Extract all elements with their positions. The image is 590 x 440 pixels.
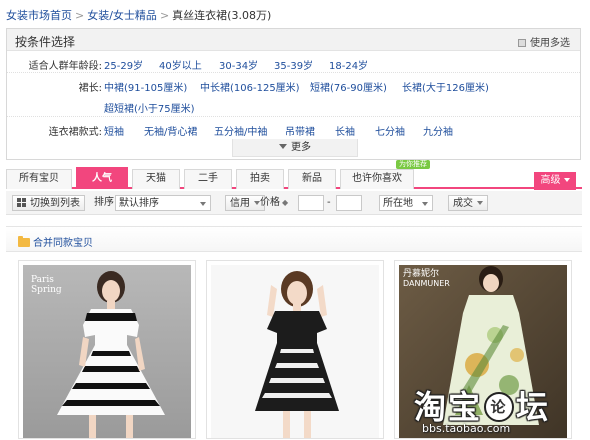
filter-option[interactable]: 短裙(76-90厘米) <box>310 79 387 94</box>
price-max-input[interactable] <box>336 195 362 211</box>
filter-header: 按条件选择 使用多选 <box>7 29 580 51</box>
merge-label: 合并同款宝贝 <box>33 238 93 249</box>
tab-maybe-like[interactable]: 也许你喜欢 <box>340 169 414 189</box>
brand-logo: 丹慕妮尔 DANMUNER <box>403 269 450 289</box>
merge-same-items-link[interactable]: 合并同款宝贝 <box>18 234 93 249</box>
tab-auction[interactable]: 拍卖 <box>236 169 284 189</box>
chevron-down-icon <box>279 144 287 149</box>
multi-select-label: 使用多选 <box>530 38 570 49</box>
filter-row-length: 裙长: 中裙(91-105厘米) 中长裙(106-125厘米) 短裙(76-90… <box>7 73 580 117</box>
filter-option[interactable]: 七分袖 <box>375 123 405 138</box>
watermark-char: 坛 <box>516 388 551 426</box>
filter-label-age: 适合人群年龄段: <box>28 61 102 72</box>
breadcrumb-separator: > <box>159 9 170 22</box>
grid-icon <box>17 198 26 207</box>
deals-sort-button[interactable]: 成交 <box>448 195 488 211</box>
watermark-char: 论 <box>484 392 515 422</box>
checkbox-icon <box>518 39 526 47</box>
filter-option[interactable]: 吊带裙 <box>285 123 315 138</box>
filter-option[interactable]: 长袖 <box>335 123 355 138</box>
filter-option[interactable]: 40岁以上 <box>159 57 202 72</box>
filter-option[interactable]: 无袖/背心裙 <box>144 123 197 138</box>
brand-line: 丹慕妮尔 <box>403 269 440 279</box>
product-image: Paris Spring <box>23 265 191 438</box>
tab-secondhand[interactable]: 二手 <box>184 169 232 189</box>
product-card[interactable]: Paris Spring <box>18 260 196 439</box>
deals-label: 成交 <box>453 198 473 209</box>
filter-option[interactable]: 25-29岁 <box>104 57 143 72</box>
credit-sort-button[interactable]: 信用 <box>225 195 265 211</box>
sort-select-value: 默认排序 <box>119 198 159 209</box>
filter-option[interactable]: 长裙(大于126厘米) <box>402 79 489 94</box>
tab-popular[interactable]: 人气 <box>76 167 128 189</box>
chevron-down-icon <box>422 202 428 206</box>
brand-logo: Paris Spring <box>31 275 62 295</box>
breadcrumb-count: (3.08万) <box>227 9 272 22</box>
chevron-down-icon <box>200 202 206 206</box>
breadcrumb-home[interactable]: 女装市场首页 <box>6 9 72 22</box>
more-label: 更多 <box>291 142 311 153</box>
switch-to-list-label: 切换到列表 <box>30 198 80 209</box>
more-filters-button[interactable]: 更多 <box>232 139 358 157</box>
product-image <box>211 265 379 438</box>
tab-tmall[interactable]: 天猫 <box>132 169 180 189</box>
filter-option[interactable]: 30-34岁 <box>219 57 258 72</box>
sort-select[interactable]: 默认排序 <box>115 195 211 211</box>
breadcrumb-current: 真丝连衣裙 <box>172 9 228 22</box>
tab-bar: 所有宝贝 人气 天猫 二手 拍卖 新品 也许你喜欢 高级 <box>6 167 582 190</box>
watermark-url: bbs.taobao.com <box>422 422 511 435</box>
filter-option[interactable]: 超短裙(小于75厘米) <box>104 100 195 115</box>
filter-option[interactable]: 九分袖 <box>423 123 453 138</box>
watermark-char: 宝 <box>448 388 483 426</box>
taobao-forum-watermark: 淘宝论坛 bbs.taobao.com <box>414 382 590 440</box>
filter-option[interactable]: 短袖 <box>104 123 124 138</box>
chevron-down-icon <box>477 201 483 205</box>
chevron-down-icon <box>563 178 570 182</box>
tab-new[interactable]: 新品 <box>288 169 336 189</box>
filter-option[interactable]: 18-24岁 <box>329 57 368 72</box>
filter-label-style: 连衣裙款式: <box>48 127 102 138</box>
breadcrumb: 女装市场首页 > 女装/女士精品 > 真丝连衣裙(3.08万) <box>6 7 271 23</box>
filter-option[interactable]: 中裙(91-105厘米) <box>104 79 187 94</box>
brand-line: Spring <box>31 285 62 295</box>
breadcrumb-separator: > <box>75 9 85 22</box>
merge-bar: 合并同款宝贝 <box>6 226 582 252</box>
price-label: 价格 <box>260 197 280 208</box>
filter-title: 按条件选择 <box>15 35 76 49</box>
price-min-input[interactable] <box>298 195 324 211</box>
filter-option[interactable]: 中长裙(106-125厘米) <box>200 79 300 94</box>
sort-label: 排序 <box>94 197 114 208</box>
multi-select-toggle[interactable]: 使用多选 <box>518 34 570 49</box>
filter-label-length: 裙长: <box>78 83 102 94</box>
dress-photo <box>211 265 379 438</box>
filter-row-age: 适合人群年龄段: 25-29岁 40岁以上 30-34岁 35-39岁 18-2… <box>7 51 580 73</box>
switch-to-list-button[interactable]: 切换到列表 <box>12 195 85 211</box>
location-label: 所在地 <box>383 198 413 209</box>
watermark-char: 淘 <box>414 388 449 426</box>
product-card[interactable] <box>206 260 384 439</box>
advanced-button[interactable]: 高级 <box>534 172 576 190</box>
filter-option[interactable]: 五分袖/中袖 <box>214 123 267 138</box>
price-sort-icon[interactable]: ◆ <box>282 195 288 211</box>
location-select[interactable]: 所在地 <box>379 195 433 211</box>
price-dash: - <box>327 197 331 208</box>
brand-line: Paris <box>31 275 54 285</box>
filter-option[interactable]: 35-39岁 <box>274 57 313 72</box>
sort-toolbar: 切换到列表 排序 默认排序 信用 价格 ◆ - 所在地 成交 <box>6 191 582 215</box>
filter-row-style: 连衣裙款式: 短袖 无袖/背心裙 五分袖/中袖 吊带裙 长袖 七分袖 九分袖 <box>7 117 580 139</box>
brand-line: DANMUNER <box>403 279 450 288</box>
breadcrumb-category[interactable]: 女装/女士精品 <box>87 9 157 22</box>
tab-all[interactable]: 所有宝贝 <box>6 169 72 189</box>
advanced-label: 高级 <box>540 175 561 186</box>
credit-label: 信用 <box>230 198 250 209</box>
folder-icon <box>18 236 30 247</box>
